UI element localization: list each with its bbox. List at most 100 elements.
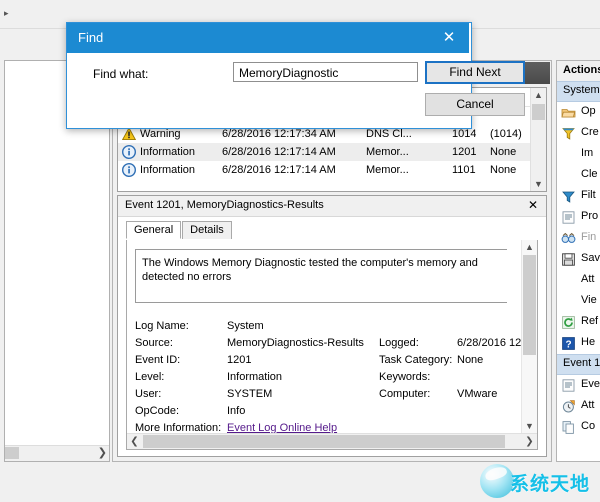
find-icon	[561, 231, 576, 246]
actions-pane: Actions System Op Cre Im Cle Filt Pro Fi…	[556, 60, 600, 462]
warning-icon	[122, 127, 136, 141]
scroll-up-icon[interactable]: ▲	[522, 240, 537, 254]
cell-task-category: None	[490, 164, 517, 176]
tab-details[interactable]: Details	[182, 221, 232, 239]
action-copy[interactable]: Co	[557, 417, 600, 438]
action-label: Pro	[581, 210, 599, 222]
action-clear-log[interactable]: Cle	[557, 165, 600, 186]
event-list-vertical-scrollbar[interactable]: ▲ ▼	[530, 88, 546, 191]
action-properties[interactable]: Pro	[557, 207, 600, 228]
tree-item-services-logs[interactable]: ices Lo	[5, 231, 107, 243]
cell-level: Information	[140, 146, 196, 158]
property-key: Source:	[135, 337, 173, 349]
action-attach-a-task-to-this-log[interactable]: Att	[557, 270, 600, 291]
property-key: User:	[135, 388, 162, 400]
action-create-custom-view[interactable]: Cre	[557, 123, 600, 144]
help-icon: ?	[561, 336, 576, 351]
properties-icon	[561, 210, 576, 225]
detail-hscroll-thumb[interactable]	[143, 435, 505, 448]
detail-horizontal-scrollbar[interactable]: ❮ ❯	[127, 433, 537, 449]
cell-event-id: 1201	[452, 146, 477, 158]
property-value: VMware	[457, 388, 498, 400]
actions-group-label: Event 1	[563, 357, 600, 369]
toolbar-back-icon[interactable]: ▸	[4, 9, 13, 18]
event-detail-title: Event 1201, MemoryDiagnostics-Results	[125, 199, 324, 211]
cancel-button[interactable]: Cancel	[425, 93, 525, 116]
property-row: Level: Information Keywords:	[135, 369, 520, 386]
scroll-left-arrow-icon[interactable]: ❮	[127, 434, 142, 449]
tree-scroll-thumb[interactable]	[5, 447, 19, 459]
copy-icon	[561, 420, 576, 435]
property-value: 1201	[227, 354, 252, 366]
information-icon	[122, 163, 136, 177]
event-list-scroll-thumb[interactable]	[532, 104, 545, 120]
action-import-custom-view[interactable]: Im	[557, 144, 600, 165]
close-icon[interactable]: ✕	[429, 23, 469, 53]
cell-level: Information	[140, 164, 196, 176]
action-filter-current-log[interactable]: Filt	[557, 186, 600, 207]
property-value: Info	[227, 405, 246, 417]
cell-task-category: (1014)	[490, 128, 522, 140]
detail-scroll-thumb[interactable]	[523, 255, 536, 355]
tab-general[interactable]: General	[126, 221, 182, 239]
actions-title-text: Actions	[563, 64, 600, 76]
event-message-box: The Windows Memory Diagnostic tested the…	[135, 249, 507, 303]
property-key: Log Name:	[135, 320, 189, 332]
save-icon	[561, 252, 576, 267]
attach-task-icon	[561, 399, 576, 414]
action-label: Co	[581, 420, 596, 432]
property-row: OpCode: Info	[135, 403, 520, 420]
property-row: Event ID: 1201 Task Category: None	[135, 352, 520, 369]
find-what-label: Find what:	[93, 67, 149, 81]
action-find[interactable]: Fin	[557, 228, 600, 249]
cell-datetime: 6/28/2016 12:17:14 AM	[222, 146, 336, 158]
action-save-all-events-as[interactable]: Sav	[557, 249, 600, 270]
property-value: MemoryDiagnostics-Results	[227, 337, 364, 349]
action-refresh[interactable]: Ref	[557, 312, 600, 333]
detail-tabs: General Details	[126, 221, 233, 240]
property-key: OpCode:	[135, 405, 180, 417]
action-view[interactable]: Vie	[557, 291, 600, 312]
scroll-up-icon[interactable]: ▲	[531, 88, 546, 102]
cell-datetime: 6/28/2016 12:17:14 AM	[222, 164, 336, 176]
watermark-text: 系统天地	[510, 473, 591, 495]
property-key: Event ID:	[135, 354, 181, 366]
information-icon	[122, 145, 136, 159]
property-key: Keywords:	[379, 371, 431, 383]
scroll-down-icon[interactable]: ▼	[531, 177, 546, 191]
property-value: None	[457, 354, 484, 366]
find-what-input[interactable]: MemoryDiagnostic	[233, 62, 418, 82]
detail-general-body: The Windows Memory Diagnostic tested the…	[126, 240, 538, 450]
actions-group-label: System	[563, 84, 600, 96]
action-open-saved-log[interactable]: Op	[557, 102, 600, 123]
table-row[interactable]: Information 6/28/2016 12:17:14 AM Memor.…	[118, 143, 532, 161]
event-properties-grid: Log Name: System Source: MemoryDiagnosti…	[135, 318, 537, 437]
action-label: Op	[581, 105, 596, 117]
tree-horizontal-scrollbar[interactable]: ❯	[5, 445, 109, 461]
action-event-properties[interactable]: Eve	[557, 375, 600, 396]
close-icon[interactable]: ✕	[526, 198, 540, 212]
svg-text:?: ?	[565, 339, 571, 350]
action-label: Fin	[581, 231, 597, 243]
cell-event-id: 1101	[452, 164, 476, 176]
action-attach-task-to-this-event[interactable]: Att	[557, 396, 600, 417]
action-help[interactable]: ? He	[557, 333, 600, 354]
refresh-icon	[561, 315, 576, 330]
event-message-text: The Windows Memory Diagnostic tested the…	[142, 257, 478, 283]
actions-list: System Op Cre Im Cle Filt Pro Fin Sav At…	[557, 81, 600, 438]
create-custom-view-icon	[561, 126, 576, 141]
table-row[interactable]: Information 6/28/2016 12:17:14 AM Memor.…	[118, 161, 532, 179]
event-detail-pane: Event 1201, MemoryDiagnostics-Results ✕ …	[117, 195, 547, 457]
watermark: 系统天地	[472, 462, 600, 502]
event-properties-icon	[561, 378, 576, 393]
find-next-button[interactable]: Find Next	[425, 61, 525, 84]
tree-scroll-right-arrow[interactable]: ❯	[98, 446, 107, 459]
watermark-logo-icon	[480, 464, 514, 498]
scroll-down-icon[interactable]: ▼	[522, 419, 537, 433]
detail-vertical-scrollbar[interactable]: ▲ ▼	[521, 240, 537, 433]
scroll-right-arrow-icon[interactable]: ❯	[522, 434, 537, 449]
find-dialog-title: Find	[78, 30, 104, 45]
action-label: Eve	[581, 378, 600, 390]
property-row: User: SYSTEM Computer: VMware	[135, 386, 520, 403]
find-dialog-titlebar[interactable]: Find ✕	[67, 23, 469, 53]
